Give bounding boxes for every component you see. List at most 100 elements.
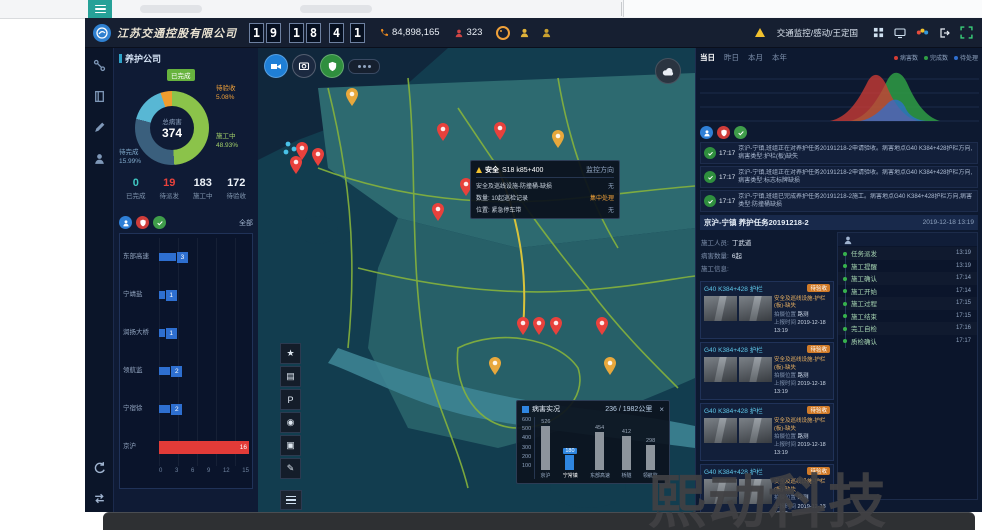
layers-icon[interactable]: ▤ [280, 366, 301, 387]
company-count-badge: 1 [166, 290, 177, 301]
menu-button[interactable] [88, 0, 112, 18]
person-icon[interactable] [92, 151, 107, 166]
company-row[interactable]: 宁宿徐 2 [123, 390, 249, 428]
layers-pill-button[interactable] [348, 59, 380, 74]
edit-pen-icon[interactable] [92, 120, 107, 135]
donut-center-value: 374 [162, 126, 182, 140]
camera-button[interactable] [292, 54, 316, 78]
disease-card[interactable]: G40 K384+428 护栏 待验收 安全及巡线设施-护栏(板)-缺失 拍摄位… [700, 403, 834, 461]
period-tab[interactable]: 当日 [700, 52, 715, 63]
photo-thumbnail[interactable] [704, 296, 737, 321]
filter-done-button[interactable] [153, 216, 166, 229]
disease-card[interactable]: G40 K384+428 护栏 待验收 安全及巡线设施-护栏(板)-缺失 拍摄位… [700, 342, 834, 400]
map-mode-buttons [264, 54, 380, 78]
right-filter-row [700, 126, 978, 139]
palette-dots-icon[interactable] [914, 25, 930, 41]
photo-thumbnail[interactable] [739, 418, 772, 443]
card-location: 拍摄位置 路测 [774, 495, 830, 502]
weather-cloud-button[interactable] [655, 58, 681, 84]
timeline-label: 施工确认 [851, 273, 877, 283]
popup-bar-value: 180 [563, 448, 576, 454]
photo-thumbnail[interactable] [704, 479, 737, 504]
counter-digit: 1 [350, 23, 365, 43]
timeline-time: 17:16 [956, 325, 971, 331]
period-tab[interactable]: 本月 [748, 52, 763, 63]
period-tab[interactable]: 昨日 [724, 52, 739, 63]
timeline-item: 任务派发 13:19 [838, 247, 977, 260]
photo-thumbnail[interactable] [704, 418, 737, 443]
filter-alert-button[interactable] [136, 216, 149, 229]
timeline-header [838, 233, 977, 246]
timeline-time: 17:14 [956, 288, 971, 294]
company-row[interactable]: 宁靖盐 1 [123, 276, 249, 314]
alert-item[interactable]: 17:17 京沪-宁镇,班组正在对养护任务20191218-2申请验收。病害地点… [700, 142, 978, 164]
donut-center-label: 总病害 [162, 116, 182, 126]
legend-item: 病害数 [894, 53, 918, 62]
monitor-icon[interactable] [892, 25, 908, 41]
popup-bar-label: 京沪 [541, 471, 551, 478]
company-row[interactable]: 东部高速 3 [123, 238, 249, 276]
undo-icon[interactable] [92, 460, 107, 475]
alert-text: 京沪-宁镇,班组正在对养护任务20191218-2申请验收。病害地点G40 K3… [738, 169, 974, 185]
company-bar [159, 253, 176, 261]
disease-card[interactable]: G40 K384+428 护栏 待验收 安全及巡线设施-护栏(板)-缺失 拍摄位… [700, 281, 834, 339]
alert-item[interactable]: 17:17 京沪-宁镇,班组已完成养护任务20191218-2施工。病害地点G4… [700, 190, 978, 212]
photo-thumbnail[interactable] [739, 296, 772, 321]
video-button[interactable] [264, 54, 288, 78]
timeline-label: 完工自检 [851, 323, 877, 333]
patrol-button[interactable] [320, 54, 344, 78]
legend-label: 待处理 [960, 53, 978, 62]
filter-alert-button[interactable] [717, 126, 730, 139]
target-icon[interactable] [496, 26, 510, 40]
chart-legend: 病害数 完成数 待处理 [894, 53, 978, 62]
company-row[interactable]: 京沪 16 [123, 428, 249, 466]
background-window-bar[interactable] [103, 512, 975, 530]
panel-title: 养护公司 [125, 52, 161, 65]
parking-icon[interactable]: P [280, 389, 301, 410]
photo-thumbnail[interactable] [739, 357, 772, 382]
screen: 江苏交通控股有限公司 1 9 1 8 4 1 84,898,165 323 交通… [0, 0, 982, 530]
staff-user-icon[interactable] [538, 25, 554, 41]
close-icon[interactable]: × [659, 405, 664, 414]
company-bar [159, 367, 170, 375]
duty-user-icon[interactable] [516, 25, 532, 41]
edit-icon[interactable]: ✎ [280, 458, 301, 479]
bar-axis: 03691215 [159, 466, 249, 474]
filter-person-button[interactable] [119, 216, 132, 229]
status-badge: 待验收 [807, 345, 830, 353]
company-row[interactable]: 润扬大桥 1 [123, 314, 249, 352]
grid-apps-icon[interactable] [870, 25, 886, 41]
timeline-label: 任务派发 [851, 248, 877, 258]
fullscreen-icon[interactable] [958, 25, 974, 41]
tooltip-row: 位置: 紧急停车带无 [476, 205, 614, 214]
legend-dot [924, 56, 928, 60]
card-location: 拍摄位置 路测 [774, 373, 830, 380]
filter-done-button[interactable] [734, 126, 747, 139]
alert-time: 17:17 [719, 150, 735, 157]
star-icon[interactable]: ★ [280, 343, 301, 364]
logout-icon[interactable] [936, 25, 952, 41]
panel-icon[interactable]: ▣ [280, 435, 301, 456]
stat-label: 待派发 [153, 190, 187, 200]
map-menu-button[interactable] [280, 490, 302, 510]
filter-all[interactable]: 全部 [239, 218, 253, 228]
swap-arrows-icon[interactable] [92, 491, 107, 506]
company-row[interactable]: 领航监 2 [123, 352, 249, 390]
company-bar-track: 16 [159, 428, 249, 466]
period-tab[interactable]: 本年 [772, 52, 787, 63]
filter-person-button[interactable] [700, 126, 713, 139]
map-area[interactable]: ★ ▤ P ◉ ▣ ✎ 安全 S18 k85+400 监控方向 安全及巡线设施-… [258, 48, 695, 512]
photo-thumbnail[interactable] [739, 479, 772, 504]
route-icon[interactable] [92, 58, 107, 73]
logbook-icon[interactable] [92, 89, 107, 104]
card-header: G40 K384+428 护栏 待验收 [701, 404, 833, 416]
timeline-item: 完工自检 17:16 [838, 322, 977, 335]
photo-thumbnail[interactable] [704, 357, 737, 382]
popup-bar-value: 526 [541, 419, 550, 425]
alert-item[interactable]: 17:17 京沪-宁镇,班组正在对养护任务20191218-2申请验收。病害地点… [700, 166, 978, 188]
gauge-icon[interactable]: ◉ [280, 412, 301, 433]
online-total-stat: 323 [454, 27, 483, 38]
disease-donut-zone: 总病害 374 已完成 待验收5.08% 施工中48.93% 待完成15.99% [119, 69, 253, 173]
task-header: 京沪-宁镇 养护任务20191218-2 2019-12-18 13:19 [700, 215, 978, 230]
left-icon-sidebar [85, 48, 113, 512]
